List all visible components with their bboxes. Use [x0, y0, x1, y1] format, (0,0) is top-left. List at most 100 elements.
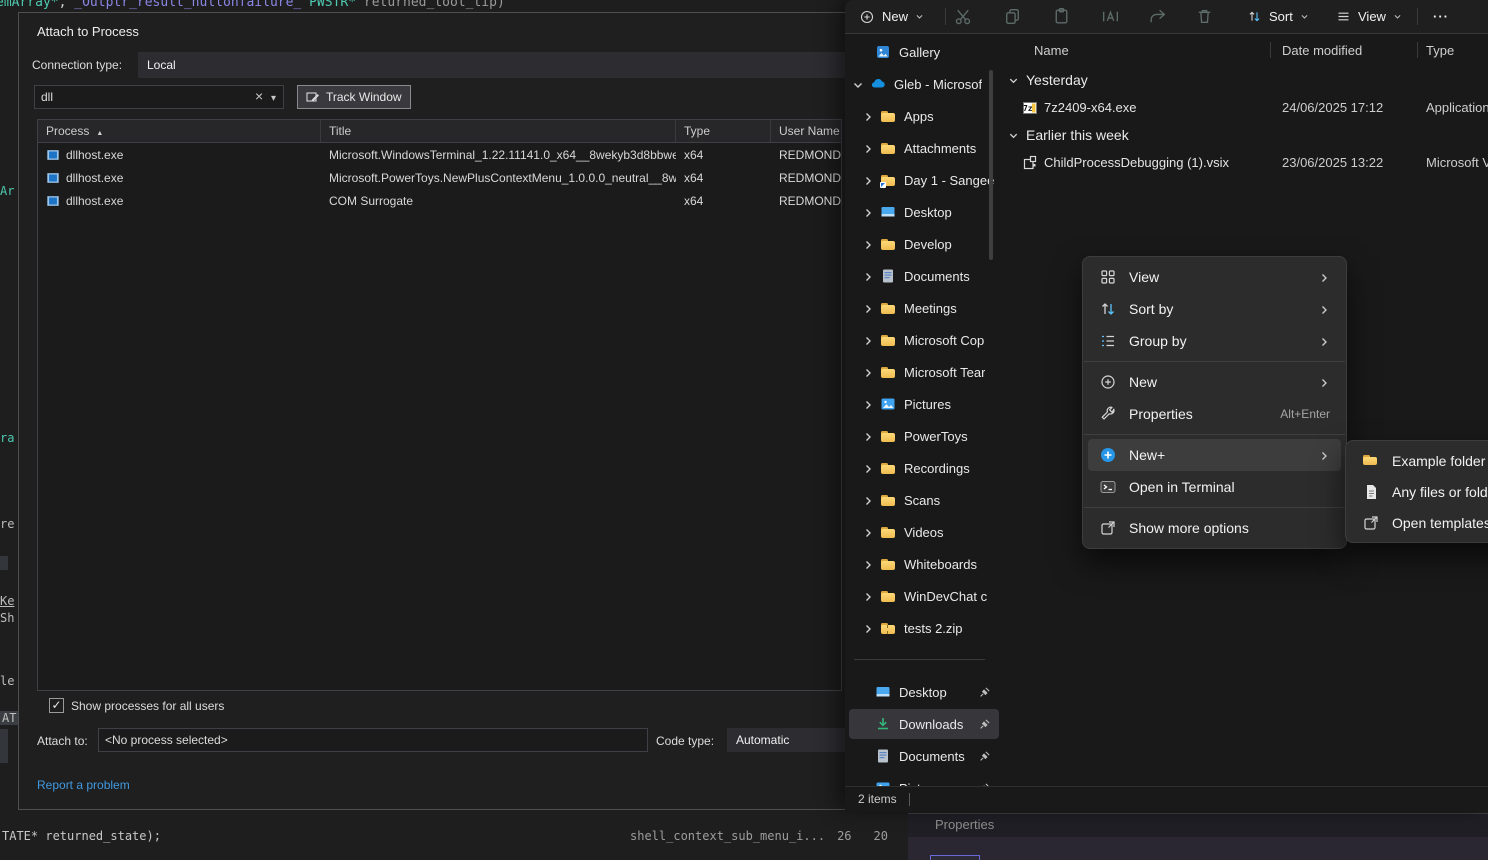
table-row[interactable]: dllhost.exe COM Surrogate x64 REDMOND [38, 189, 841, 212]
chevron-right-icon[interactable] [862, 590, 874, 602]
new-button-label: New [882, 9, 908, 24]
chevron-right-icon[interactable] [862, 558, 874, 570]
column-header-process[interactable]: Process [38, 120, 321, 142]
chevron-right-icon[interactable] [862, 174, 874, 186]
chevron-expanded-icon[interactable] [852, 78, 864, 90]
copy-icon[interactable] [1002, 6, 1023, 27]
sidebar-item-onedrive[interactable]: Gleb - Microsof [849, 69, 999, 99]
chevron-right-icon[interactable] [862, 622, 874, 634]
sidebar-item-tests-zip[interactable]: tests 2.zip [849, 613, 999, 643]
chevron-right-icon[interactable] [862, 398, 874, 410]
nav-symbol[interactable]: shell_context_sub_menu_i... [630, 829, 825, 843]
chevron-right-icon[interactable] [862, 526, 874, 538]
chevron-right-icon[interactable] [862, 302, 874, 314]
sidebar-item-label: Desktop [899, 685, 947, 700]
sidebar-item-windevchat[interactable]: WinDevChat c [849, 581, 999, 611]
sidebar-scrollbar[interactable] [989, 70, 993, 260]
show-all-users-checkbox[interactable] [49, 698, 64, 713]
submenu-item-any-files[interactable]: Any files or folde [1351, 476, 1488, 507]
file-row[interactable]: 7z 7z2409-x64.exe 24/06/2025 17:12 Appli… [1000, 95, 1488, 121]
delete-icon[interactable] [1194, 6, 1215, 27]
clear-filter-icon[interactable] [255, 88, 263, 104]
sidebar-item-microsoft-copilot[interactable]: Microsoft Cop [849, 325, 999, 355]
sidebar-item-attachments[interactable]: Attachments [849, 133, 999, 163]
menu-item-open-in-terminal[interactable]: Open in Terminal [1088, 471, 1341, 503]
sidebar-item-label: Apps [904, 109, 934, 124]
chevron-right-icon[interactable] [862, 430, 874, 442]
menu-item-new[interactable]: New [1088, 366, 1341, 398]
chevron-right-icon[interactable] [862, 110, 874, 122]
sidebar-item-whiteboards[interactable]: Whiteboards [849, 549, 999, 579]
chevron-right-icon[interactable] [862, 462, 874, 474]
properties-panel-focused-control[interactable] [930, 855, 980, 860]
menu-item-label: New+ [1129, 447, 1165, 463]
sidebar-item-pinned-desktop[interactable]: Desktop [849, 677, 999, 707]
submenu-item-open-templates[interactable]: Open templates [1351, 507, 1488, 538]
chevron-right-icon[interactable] [862, 206, 874, 218]
sidebar-item-desktop[interactable]: Desktop [849, 197, 999, 227]
new-button[interactable]: New [855, 4, 928, 29]
menu-item-group-by[interactable]: Group by [1088, 325, 1341, 357]
table-row[interactable]: dllhost.exe Microsoft.PowerToys.NewPlusC… [38, 166, 841, 189]
column-header-type[interactable]: Type [1426, 38, 1454, 62]
column-header-title[interactable]: Title [321, 120, 676, 142]
sidebar-item-videos[interactable]: Videos [849, 517, 999, 547]
column-header-name[interactable]: Name [1034, 38, 1069, 62]
rename-icon[interactable] [1100, 6, 1121, 27]
sidebar-item-documents[interactable]: Documents [849, 261, 999, 291]
menu-item-new-plus[interactable]: New+ [1088, 439, 1341, 471]
wrench-icon [1099, 405, 1117, 423]
track-window-icon [306, 90, 320, 104]
sidebar-item-develop[interactable]: Develop [849, 229, 999, 259]
menu-item-show-more-options[interactable]: Show more options [1088, 512, 1341, 544]
share-icon[interactable] [1147, 6, 1168, 27]
table-row[interactable]: dllhost.exe Microsoft.WindowsTerminal_1.… [38, 143, 841, 166]
code-fragment: le [0, 674, 14, 688]
column-header-type[interactable]: Type [676, 120, 771, 142]
chevron-right-icon[interactable] [862, 142, 874, 154]
file-row[interactable]: ChildProcessDebugging (1).vsix 23/06/202… [1000, 150, 1488, 176]
attach-to-input[interactable] [98, 728, 648, 752]
process-filter-input[interactable] [34, 85, 284, 109]
group-header-yesterday[interactable]: Yesterday [1008, 70, 1088, 90]
sort-button[interactable]: Sort [1243, 4, 1313, 29]
track-window-button[interactable]: Track Window [297, 85, 411, 109]
column-divider[interactable] [1417, 42, 1418, 58]
paste-icon[interactable] [1051, 6, 1072, 27]
sidebar-item-microsoft-teams[interactable]: Microsoft Tear [849, 357, 999, 387]
menu-item-properties[interactable]: Properties Alt+Enter [1088, 398, 1341, 430]
chevron-right-icon[interactable] [862, 494, 874, 506]
sidebar-item-pinned-documents[interactable]: Documents [849, 741, 999, 771]
filter-dropdown-icon[interactable] [271, 90, 276, 104]
chevron-right-icon[interactable] [862, 270, 874, 282]
menu-item-view[interactable]: View [1088, 261, 1341, 293]
file-name: ChildProcessDebugging (1).vsix [1044, 155, 1229, 170]
attach-to-label: Attach to: [37, 734, 88, 748]
sidebar-item-pictures[interactable]: Pictures [849, 389, 999, 419]
sidebar-item-powertoys[interactable]: PowerToys [849, 421, 999, 451]
column-divider[interactable] [1270, 42, 1271, 58]
connection-type-select[interactable]: Local [138, 52, 901, 78]
menu-item-label: Open templates [1392, 515, 1488, 531]
report-problem-link[interactable]: Report a problem [37, 778, 130, 792]
view-button[interactable]: View [1332, 4, 1406, 29]
sidebar-item-meetings[interactable]: Meetings [849, 293, 999, 323]
chevron-right-icon[interactable] [862, 334, 874, 346]
see-more-button[interactable]: ··· [1429, 4, 1453, 29]
sidebar-item-scans[interactable]: Scans [849, 485, 999, 515]
column-header-user[interactable]: User Name [771, 120, 841, 142]
submenu-item-example-folder[interactable]: Example folder [1351, 445, 1488, 476]
chevron-right-icon[interactable] [862, 238, 874, 250]
sidebar-item-gallery[interactable]: Gallery [849, 37, 999, 67]
chevron-expanded-icon[interactable] [1008, 130, 1019, 141]
sidebar-item-apps[interactable]: Apps [849, 101, 999, 131]
chevron-expanded-icon[interactable] [1008, 75, 1019, 86]
group-header-earlier-this-week[interactable]: Earlier this week [1008, 125, 1129, 145]
cut-icon[interactable] [953, 6, 974, 27]
sidebar-item-day1[interactable]: Day 1 - Sangee [849, 165, 999, 195]
sidebar-item-recordings[interactable]: Recordings [849, 453, 999, 483]
chevron-right-icon[interactable] [862, 366, 874, 378]
column-header-date-modified[interactable]: Date modified [1282, 38, 1362, 62]
menu-item-sort-by[interactable]: Sort by [1088, 293, 1341, 325]
sidebar-item-pinned-downloads[interactable]: Downloads [849, 709, 999, 739]
